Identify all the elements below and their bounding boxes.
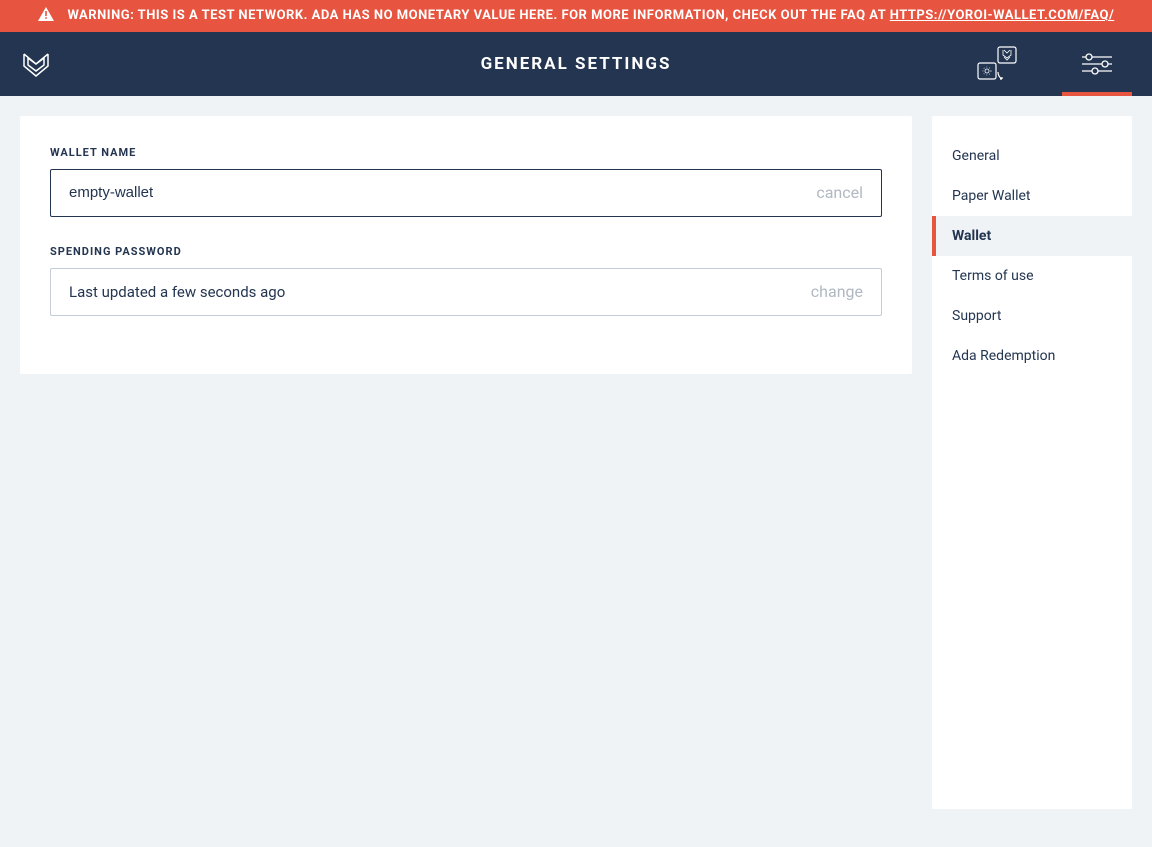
spending-password-label: SPENDING PASSWORD xyxy=(50,245,882,258)
wallet-transfer-icon xyxy=(976,45,1018,83)
warning-icon xyxy=(38,7,54,21)
daedalus-transfer-button[interactable] xyxy=(962,32,1032,96)
warning-faq-link[interactable]: HTTPS://YOROI-WALLET.COM/FAQ/ xyxy=(890,8,1115,23)
sidebar-item-wallet[interactable]: Wallet xyxy=(932,216,1132,256)
warning-text: WARNING: THIS IS A TEST NETWORK. ADA HAS… xyxy=(67,8,889,23)
page-title: GENERAL SETTINGS xyxy=(481,54,672,74)
sidebar-item-support[interactable]: Support xyxy=(932,296,1132,336)
spending-password-row: Last updated a few seconds ago change xyxy=(50,268,882,316)
sidebar-item-ada-redemption[interactable]: Ada Redemption xyxy=(932,336,1132,376)
wallet-name-cancel-button[interactable]: cancel xyxy=(816,183,863,202)
sidebar-item-general[interactable]: General xyxy=(932,136,1132,176)
spending-password-status: Last updated a few seconds ago xyxy=(69,283,811,301)
wallet-name-input[interactable] xyxy=(69,184,816,201)
spending-password-change-button[interactable]: change xyxy=(811,282,863,301)
sidebar-item-paper-wallet[interactable]: Paper Wallet xyxy=(932,176,1132,216)
yoroi-logo-icon[interactable] xyxy=(20,48,52,80)
topbar: GENERAL SETTINGS xyxy=(0,32,1152,96)
spending-password-group: SPENDING PASSWORD Last updated a few sec… xyxy=(50,245,882,316)
settings-main-panel: WALLET NAME cancel SPENDING PASSWORD Las… xyxy=(20,116,912,374)
wallet-name-row: cancel xyxy=(50,169,882,217)
wallet-name-label: WALLET NAME xyxy=(50,146,882,159)
test-network-warning-bar: WARNING: THIS IS A TEST NETWORK. ADA HAS… xyxy=(0,0,1152,32)
settings-sliders-icon xyxy=(1082,53,1112,75)
settings-sidebar: GeneralPaper WalletWalletTerms of useSup… xyxy=(932,116,1132,809)
sidebar-item-terms-of-use[interactable]: Terms of use xyxy=(932,256,1132,296)
wallet-name-group: WALLET NAME cancel xyxy=(50,146,882,217)
settings-button[interactable] xyxy=(1062,32,1132,96)
